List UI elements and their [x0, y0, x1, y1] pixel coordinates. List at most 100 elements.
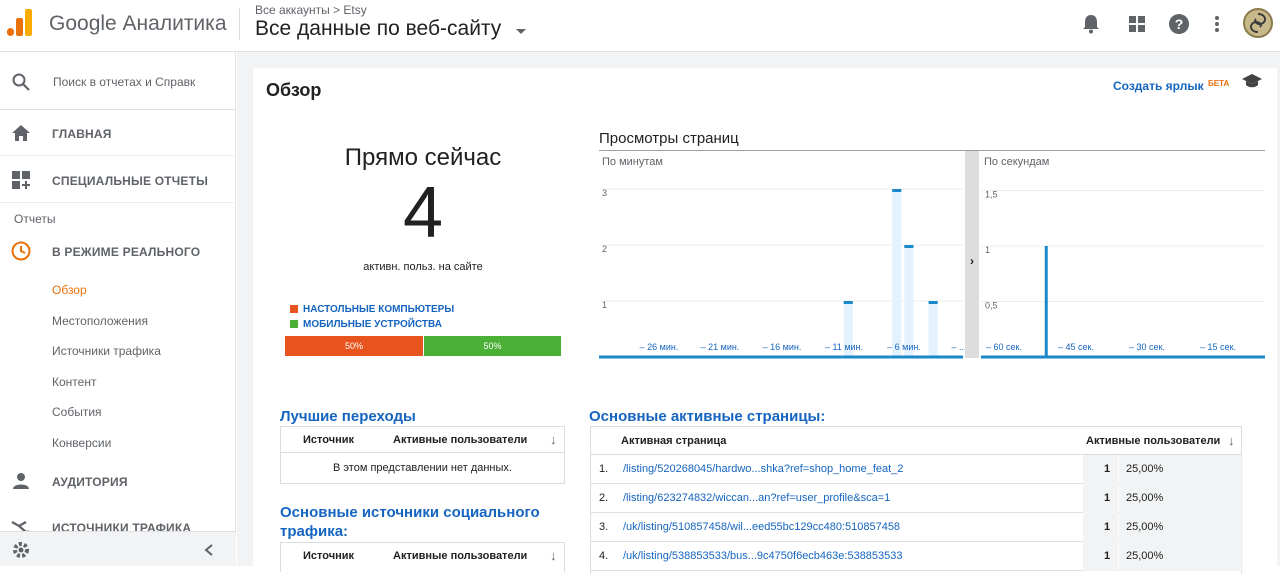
col-active-users[interactable]: Активные пользователи — [1086, 435, 1220, 447]
sidebar-item-custom[interactable]: СПЕЦИАЛЬНЫЕ ОТЧЕТЫ — [0, 157, 236, 203]
report-card: Обзор Создать ярлык БЕТА Прямо сейчас 4 … — [253, 68, 1277, 574]
page-link[interactable]: /listing/520268045/hardwo...shka?ref=sho… — [623, 463, 903, 475]
sidebar-item-label: ГЛАВНАЯ — [52, 127, 112, 141]
sidebar-search[interactable]: Поиск в отчетах и Справк — [0, 52, 236, 110]
reports-section-label: Отчеты — [14, 212, 56, 226]
col-source[interactable]: Источник — [303, 434, 354, 446]
app-name[interactable]: Google Аналитика — [49, 12, 227, 36]
analytics-logo-icon[interactable] — [6, 8, 34, 38]
pageviews-chart: По минутам 3 2 1 – 26 мин. – 21 мин. – 16 мин.… — [599, 151, 1265, 359]
sidebar-item-label: АУДИТОРИЯ — [52, 475, 128, 489]
minutes-x-tick: – 26 мин. — [640, 342, 679, 352]
seconds-x-tick: – 15 сек. — [1200, 342, 1236, 352]
row-number: 2. — [599, 492, 609, 504]
sort-down-icon[interactable]: ↓ — [1228, 433, 1235, 448]
minutes-label: По минутам — [602, 156, 663, 168]
count-cell-bg — [1083, 542, 1118, 571]
mobile-share-bar: 50% — [424, 336, 561, 356]
active-count: 1 — [1104, 492, 1111, 504]
count-cell-bg — [1083, 455, 1118, 484]
active-pct: 25,00% — [1126, 492, 1164, 504]
second-bar — [1044, 246, 1048, 357]
top-pages-title: Основные активные страницы: — [589, 408, 826, 425]
graduation-cap-icon[interactable] — [1242, 73, 1262, 89]
minute-bar-fill — [928, 301, 938, 357]
table-header: Источник Активные пользователи ↓ — [281, 543, 564, 569]
active-count: 1 — [1104, 521, 1111, 533]
apps-grid-icon[interactable] — [1125, 12, 1149, 36]
breadcrumb[interactable]: Все аккаунты > Etsy — [255, 3, 367, 17]
view-selector[interactable]: Все данные по веб-сайту — [255, 17, 501, 41]
gear-icon[interactable] — [11, 540, 31, 560]
legend-desktop: НАСТОЛЬНЫЕ КОМПЬЮТЕРЫ — [290, 304, 454, 315]
referrals-title: Лучшие переходы — [280, 408, 416, 425]
sidebar-item-realtime[interactable]: В РЕЖИМЕ РЕАЛЬНОГО — [0, 228, 236, 274]
minutes-y-tick: 2 — [602, 244, 607, 254]
search-icon — [12, 73, 30, 91]
minutes-x-tick: – 11 мин. — [825, 342, 863, 352]
seconds-x-tick: – 60 сек. — [986, 342, 1022, 352]
sidebar-sub-overview[interactable]: Обзор — [52, 283, 87, 297]
seconds-label: По секундам — [984, 156, 1049, 168]
clock-icon — [11, 241, 31, 261]
help-icon[interactable]: ? — [1167, 12, 1191, 36]
page-link[interactable]: /uk/listing/538853533/bus...9c4750f6ecb4… — [623, 550, 903, 562]
minutes-x-tick: – 21 мин. — [701, 342, 740, 352]
minute-bar-fill — [892, 189, 902, 357]
page-title: Обзор — [266, 80, 322, 100]
device-split-bar: 50% 50% — [285, 336, 561, 356]
top-pages-table: Активная страница Активные пользователи … — [590, 426, 1243, 574]
sidebar-sub-locations[interactable]: Местоположения — [52, 314, 148, 328]
page-link[interactable]: /uk/listing/510857458/wil...eed55bc129cc… — [623, 521, 900, 533]
active-pct: 25,00% — [1126, 550, 1164, 562]
create-shortcut-link[interactable]: Создать ярлык — [1113, 79, 1204, 93]
social-table: Источник Активные пользователи ↓ — [280, 542, 565, 572]
empty-message: В этом представлении нет данных. — [333, 462, 512, 474]
chevron-right-icon: › — [970, 254, 974, 268]
sidebar: Поиск в отчетах и Справк ГЛАВНАЯ СПЕЦИАЛ… — [0, 52, 236, 566]
more-vert-icon[interactable] — [1205, 12, 1229, 36]
table-row: 3. /uk/listing/510857458/wil...eed55bc12… — [591, 513, 1243, 542]
minute-bar — [843, 301, 853, 304]
avatar[interactable] — [1243, 8, 1273, 38]
sidebar-sub-content[interactable]: Контент — [52, 375, 96, 389]
sidebar-item-label: СПЕЦИАЛЬНЫЕ ОТЧЕТЫ — [52, 174, 209, 188]
legend-mobile-swatch — [290, 320, 298, 328]
desktop-share-bar: 50% — [285, 336, 423, 356]
sidebar-sub-traffic-sources[interactable]: Источники трафика — [52, 344, 161, 358]
collapse-chevron-icon[interactable] — [203, 543, 215, 557]
search-input[interactable]: Поиск в отчетах и Справк — [53, 75, 195, 89]
row-number: 1. — [599, 463, 609, 475]
pageviews-title: Просмотры страниц — [599, 130, 739, 147]
row-number: 3. — [599, 521, 609, 533]
sort-down-icon[interactable]: ↓ — [550, 432, 557, 447]
sidebar-sub-conversions[interactable]: Конверсии — [52, 436, 111, 450]
active-pct: 25,00% — [1126, 521, 1164, 533]
minutes-y-tick: 3 — [602, 188, 607, 198]
seconds-x-tick: – 45 сек. — [1058, 342, 1094, 352]
minutes-x-tick: – 6 мин. — [887, 342, 921, 352]
top-bar: Google Аналитика Все аккаунты > Etsy Все… — [0, 0, 1280, 52]
col-active-page[interactable]: Активная страница — [621, 435, 726, 447]
col-active-users[interactable]: Активные пользователи — [393, 550, 527, 562]
minute-bar — [928, 301, 938, 304]
caret-down-icon[interactable] — [516, 29, 526, 34]
page-link[interactable]: /listing/623274832/wiccan...an?ref=user_… — [623, 492, 890, 504]
sidebar-sub-events[interactable]: События — [52, 405, 102, 419]
svg-text:?: ? — [1175, 16, 1184, 32]
col-source[interactable]: Источник — [303, 550, 354, 562]
beta-badge: БЕТА — [1208, 79, 1230, 88]
table-row: 1. /listing/520268045/hardwo...shka?ref=… — [591, 455, 1243, 484]
col-active-users[interactable]: Активные пользователи — [393, 434, 527, 446]
seconds-y-tick: 1 — [985, 245, 990, 255]
seconds-y-tick: 1,5 — [985, 190, 998, 200]
sidebar-item-home[interactable]: ГЛАВНАЯ — [0, 110, 236, 156]
table-row: 4. /uk/listing/538853533/bus...9c4750f6e… — [591, 542, 1243, 571]
dashboard-add-icon — [12, 171, 30, 189]
sidebar-item-label: В РЕЖИМЕ РЕАЛЬНОГО — [52, 245, 201, 259]
bell-icon[interactable] — [1079, 12, 1103, 36]
active-users-label: активн. польз. на сайте — [363, 261, 483, 273]
active-count: 1 — [1104, 463, 1111, 475]
sort-down-icon[interactable]: ↓ — [550, 548, 557, 563]
sidebar-item-audience[interactable]: АУДИТОРИЯ — [0, 458, 236, 504]
